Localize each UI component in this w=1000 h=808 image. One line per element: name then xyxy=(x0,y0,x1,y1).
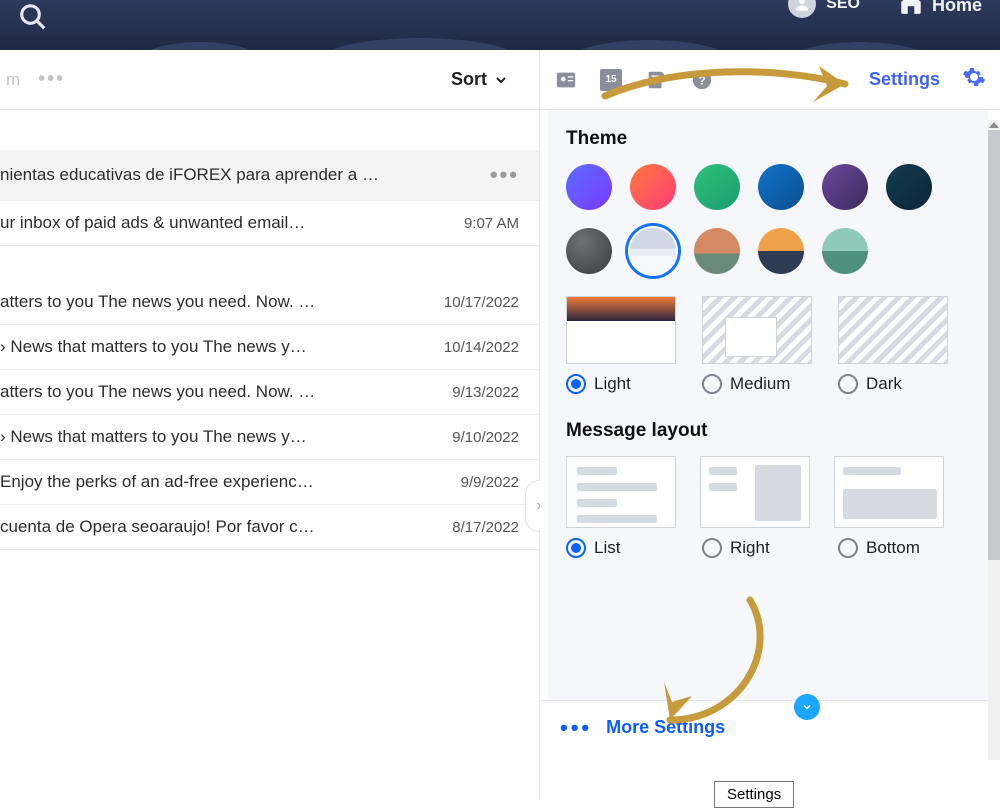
settings-panel: Theme Light xyxy=(540,110,1000,800)
notepad-icon[interactable] xyxy=(644,68,668,92)
mail-row[interactable]: › News that matters to you The news y… 10… xyxy=(0,325,539,370)
theme-swatch-row xyxy=(566,164,970,210)
theme-swatch[interactable] xyxy=(822,228,868,274)
mail-subject: › News that matters to you The news y… xyxy=(0,337,307,357)
mail-subject: ur inbox of paid ads & unwanted email… xyxy=(0,213,305,233)
mail-subject: atters to you The news you need. Now. … xyxy=(0,292,315,312)
theme-swatch[interactable] xyxy=(630,164,676,210)
theme-swatch[interactable] xyxy=(886,164,932,210)
radio-icon xyxy=(702,538,722,558)
layout-radio-group: List Right Bottom xyxy=(566,538,970,558)
layout-preview-list[interactable] xyxy=(566,456,676,528)
density-preview-light[interactable] xyxy=(566,296,676,364)
layout-preview-bottom[interactable] xyxy=(834,456,944,528)
mail-row[interactable]: cuenta de Opera seoaraujo! Por favor c… 8… xyxy=(0,505,539,550)
mail-row[interactable]: nientas educativas de iFOREX para aprend… xyxy=(0,150,539,201)
mail-row[interactable]: atters to you The news you need. Now. … 9… xyxy=(0,370,539,415)
settings-link[interactable]: Settings xyxy=(869,69,940,90)
row-more-icon[interactable]: ••• xyxy=(490,162,519,188)
density-radio-medium[interactable]: Medium xyxy=(702,374,812,394)
layout-radio-list[interactable]: List xyxy=(566,538,676,558)
mail-subject: Enjoy the perks of an ad-free experienc… xyxy=(0,472,314,492)
more-settings-button[interactable]: ••• More Settings xyxy=(540,700,1000,754)
more-icon[interactable]: ••• xyxy=(38,68,65,91)
radio-icon xyxy=(838,374,858,394)
theme-swatch[interactable] xyxy=(758,164,804,210)
layout-preview-right[interactable] xyxy=(700,456,810,528)
home-icon xyxy=(898,0,924,21)
sort-label: Sort xyxy=(451,69,487,90)
search-icon[interactable] xyxy=(10,0,56,40)
mail-timestamp: 9:07 AM xyxy=(464,215,519,232)
radio-label: List xyxy=(594,538,620,558)
theme-swatch[interactable] xyxy=(758,228,804,274)
home-link[interactable]: Home xyxy=(898,0,982,21)
theme-heading: Theme xyxy=(566,128,970,150)
contacts-icon[interactable] xyxy=(554,68,578,92)
home-label: Home xyxy=(932,0,982,16)
radio-icon xyxy=(566,374,586,394)
layout-heading: Message layout xyxy=(566,420,970,442)
theme-swatch-selected[interactable] xyxy=(630,228,676,274)
theme-swatch[interactable] xyxy=(694,228,740,274)
mail-timestamp: 9/9/2022 xyxy=(461,474,519,491)
user-name: SEO xyxy=(826,0,860,13)
message-list: nientas educativas de iFOREX para aprend… xyxy=(0,110,540,800)
density-preview-medium[interactable] xyxy=(702,296,812,364)
scrollbar[interactable] xyxy=(988,120,1000,760)
mail-subject: › News that matters to you The news y… xyxy=(0,427,307,447)
user-chip[interactable]: SEO xyxy=(788,0,860,18)
subheader: m ••• Sort 15 ? Settings xyxy=(0,50,1000,110)
app-header: SEO Home xyxy=(0,0,1000,50)
mail-timestamp: 10/14/2022 xyxy=(444,339,519,356)
theme-swatch[interactable] xyxy=(566,228,612,274)
layout-radio-right[interactable]: Right xyxy=(702,538,812,558)
mail-timestamp: 8/17/2022 xyxy=(452,519,519,536)
density-radio-group: Light Medium Dark xyxy=(566,374,970,394)
mail-row[interactable]: ur inbox of paid ads & unwanted email… 9:… xyxy=(0,201,539,246)
tooltip: Settings xyxy=(714,781,794,808)
mail-row[interactable]: › News that matters to you The news y… 9/… xyxy=(0,415,539,460)
mail-timestamp: 9/13/2022 xyxy=(452,384,519,401)
radio-label: Right xyxy=(730,538,770,558)
expand-down-button[interactable] xyxy=(794,694,820,720)
gear-icon[interactable] xyxy=(962,65,986,94)
help-icon[interactable]: ? xyxy=(690,68,714,92)
theme-swatch[interactable] xyxy=(822,164,868,210)
layout-previews xyxy=(566,456,970,528)
sort-button[interactable]: Sort xyxy=(451,69,509,90)
mail-timestamp: 10/17/2022 xyxy=(444,294,519,311)
radio-label: Light xyxy=(594,374,631,394)
more-settings-label: More Settings xyxy=(606,717,725,738)
more-icon: ••• xyxy=(560,715,592,741)
avatar-icon xyxy=(788,0,816,18)
truncated-label: m xyxy=(0,70,20,90)
chevron-down-icon xyxy=(493,72,509,88)
radio-label: Medium xyxy=(730,374,790,394)
svg-text:?: ? xyxy=(698,73,705,87)
layout-radio-bottom[interactable]: Bottom xyxy=(838,538,948,558)
radio-icon xyxy=(702,374,722,394)
density-radio-dark[interactable]: Dark xyxy=(838,374,948,394)
calendar-icon[interactable]: 15 xyxy=(600,69,622,91)
radio-label: Bottom xyxy=(866,538,920,558)
mail-row[interactable]: Enjoy the perks of an ad-free experienc…… xyxy=(0,460,539,505)
mail-timestamp: 9/10/2022 xyxy=(452,429,519,446)
mail-subject: nientas educativas de iFOREX para aprend… xyxy=(0,165,380,185)
radio-icon xyxy=(838,538,858,558)
mail-row[interactable]: atters to you The news you need. Now. … 1… xyxy=(0,280,539,325)
density-preview-dark[interactable] xyxy=(838,296,948,364)
theme-swatch[interactable] xyxy=(566,164,612,210)
mail-subject: atters to you The news you need. Now. … xyxy=(0,382,315,402)
radio-icon xyxy=(566,538,586,558)
density-previews xyxy=(566,296,970,364)
radio-label: Dark xyxy=(866,374,902,394)
mail-subject: cuenta de Opera seoaraujo! Por favor c… xyxy=(0,517,315,537)
density-radio-light[interactable]: Light xyxy=(566,374,676,394)
theme-swatch[interactable] xyxy=(694,164,740,210)
theme-swatch-row xyxy=(566,228,970,274)
